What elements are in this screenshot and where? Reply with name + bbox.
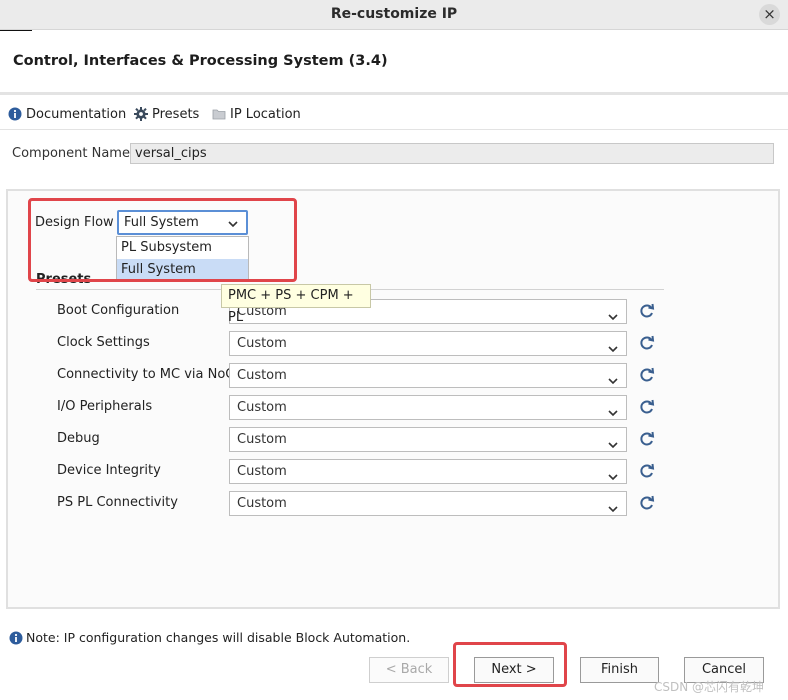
refresh-icon[interactable]	[638, 366, 656, 384]
toolbar: Documentation Presets IP Location	[0, 98, 788, 130]
option-pl-subsystem[interactable]: PL Subsystem	[117, 237, 248, 259]
connectivity-noc-value: Custom	[237, 368, 287, 383]
note-text: Note: IP configuration changes will disa…	[26, 630, 411, 645]
refresh-icon[interactable]	[638, 494, 656, 512]
debug-label: Debug	[57, 431, 100, 446]
refresh-icon[interactable]	[638, 334, 656, 352]
chevron-down-icon	[608, 403, 618, 417]
presets-heading: Presets	[36, 272, 92, 284]
debug-value: Custom	[237, 432, 287, 447]
debug-select[interactable]: Custom	[229, 427, 627, 452]
clock-settings-label: Clock Settings	[57, 335, 150, 350]
boot-configuration-label: Boot Configuration	[57, 303, 180, 318]
chevron-down-icon	[608, 467, 618, 481]
option-full-system[interactable]: Full System	[117, 259, 248, 281]
design-flow-value: Full System	[124, 215, 199, 230]
refresh-icon[interactable]	[638, 430, 656, 448]
title-bar: Re-customize IP ×	[0, 0, 788, 30]
design-flow-label: Design Flow	[35, 215, 114, 230]
chevron-down-icon	[608, 499, 618, 513]
ps-pl-connectivity-value: Custom	[237, 496, 287, 511]
folder-icon	[212, 107, 226, 121]
design-flow-dropdown: PL Subsystem Full System	[116, 236, 249, 281]
block-automation-note: Note: IP configuration changes will disa…	[9, 630, 410, 645]
io-peripherals-select[interactable]: Custom	[229, 395, 627, 420]
io-peripherals-value: Custom	[237, 400, 287, 415]
ps-pl-connectivity-label: PS PL Connectivity	[57, 495, 178, 510]
chevron-down-icon	[608, 435, 618, 449]
ip-location-button[interactable]: IP Location	[212, 105, 301, 123]
component-name-field[interactable]: versal_cips	[130, 143, 774, 164]
gear-icon	[134, 107, 148, 121]
dialog-header: Control, Interfaces & Processing System …	[0, 31, 788, 95]
documentation-button[interactable]: Documentation	[8, 105, 126, 123]
connectivity-noc-label: Connectivity to MC via NoC	[57, 367, 235, 382]
presets-button[interactable]: Presets	[134, 105, 199, 123]
option-tooltip: PMC + PS + CPM + PL	[221, 284, 371, 325]
clock-settings-value: Custom	[237, 336, 287, 351]
connectivity-noc-select[interactable]: Custom	[229, 363, 627, 388]
close-button[interactable]: ×	[759, 4, 780, 25]
ip-title: Control, Interfaces & Processing System …	[13, 53, 388, 69]
refresh-icon[interactable]	[638, 398, 656, 416]
info-icon	[9, 631, 23, 645]
device-integrity-label: Device Integrity	[57, 463, 161, 478]
chevron-down-icon	[608, 371, 618, 385]
ps-pl-connectivity-select[interactable]: Custom	[229, 491, 627, 516]
device-integrity-value: Custom	[237, 464, 287, 479]
next-button[interactable]: Next >	[474, 657, 554, 683]
window-title: Re-customize IP	[330, 6, 458, 22]
presets-label: Presets	[152, 106, 200, 122]
back-button[interactable]: < Back	[369, 657, 449, 683]
io-peripherals-label: I/O Peripherals	[57, 399, 153, 414]
ip-location-label: IP Location	[230, 106, 301, 122]
design-flow-select[interactable]: Full System	[117, 210, 248, 235]
refresh-icon[interactable]	[638, 302, 656, 320]
chevron-down-icon	[228, 215, 238, 228]
component-name-label: Component Name	[12, 146, 130, 161]
watermark: CSDN @芯闪有乾坤	[654, 680, 765, 694]
chevron-down-icon	[608, 307, 618, 321]
device-integrity-select[interactable]: Custom	[229, 459, 627, 484]
refresh-icon[interactable]	[638, 462, 656, 480]
chevron-down-icon	[608, 339, 618, 353]
documentation-label: Documentation	[26, 106, 127, 122]
info-icon	[8, 107, 22, 121]
clock-settings-select[interactable]: Custom	[229, 331, 627, 356]
finish-button[interactable]: Finish	[580, 657, 659, 683]
